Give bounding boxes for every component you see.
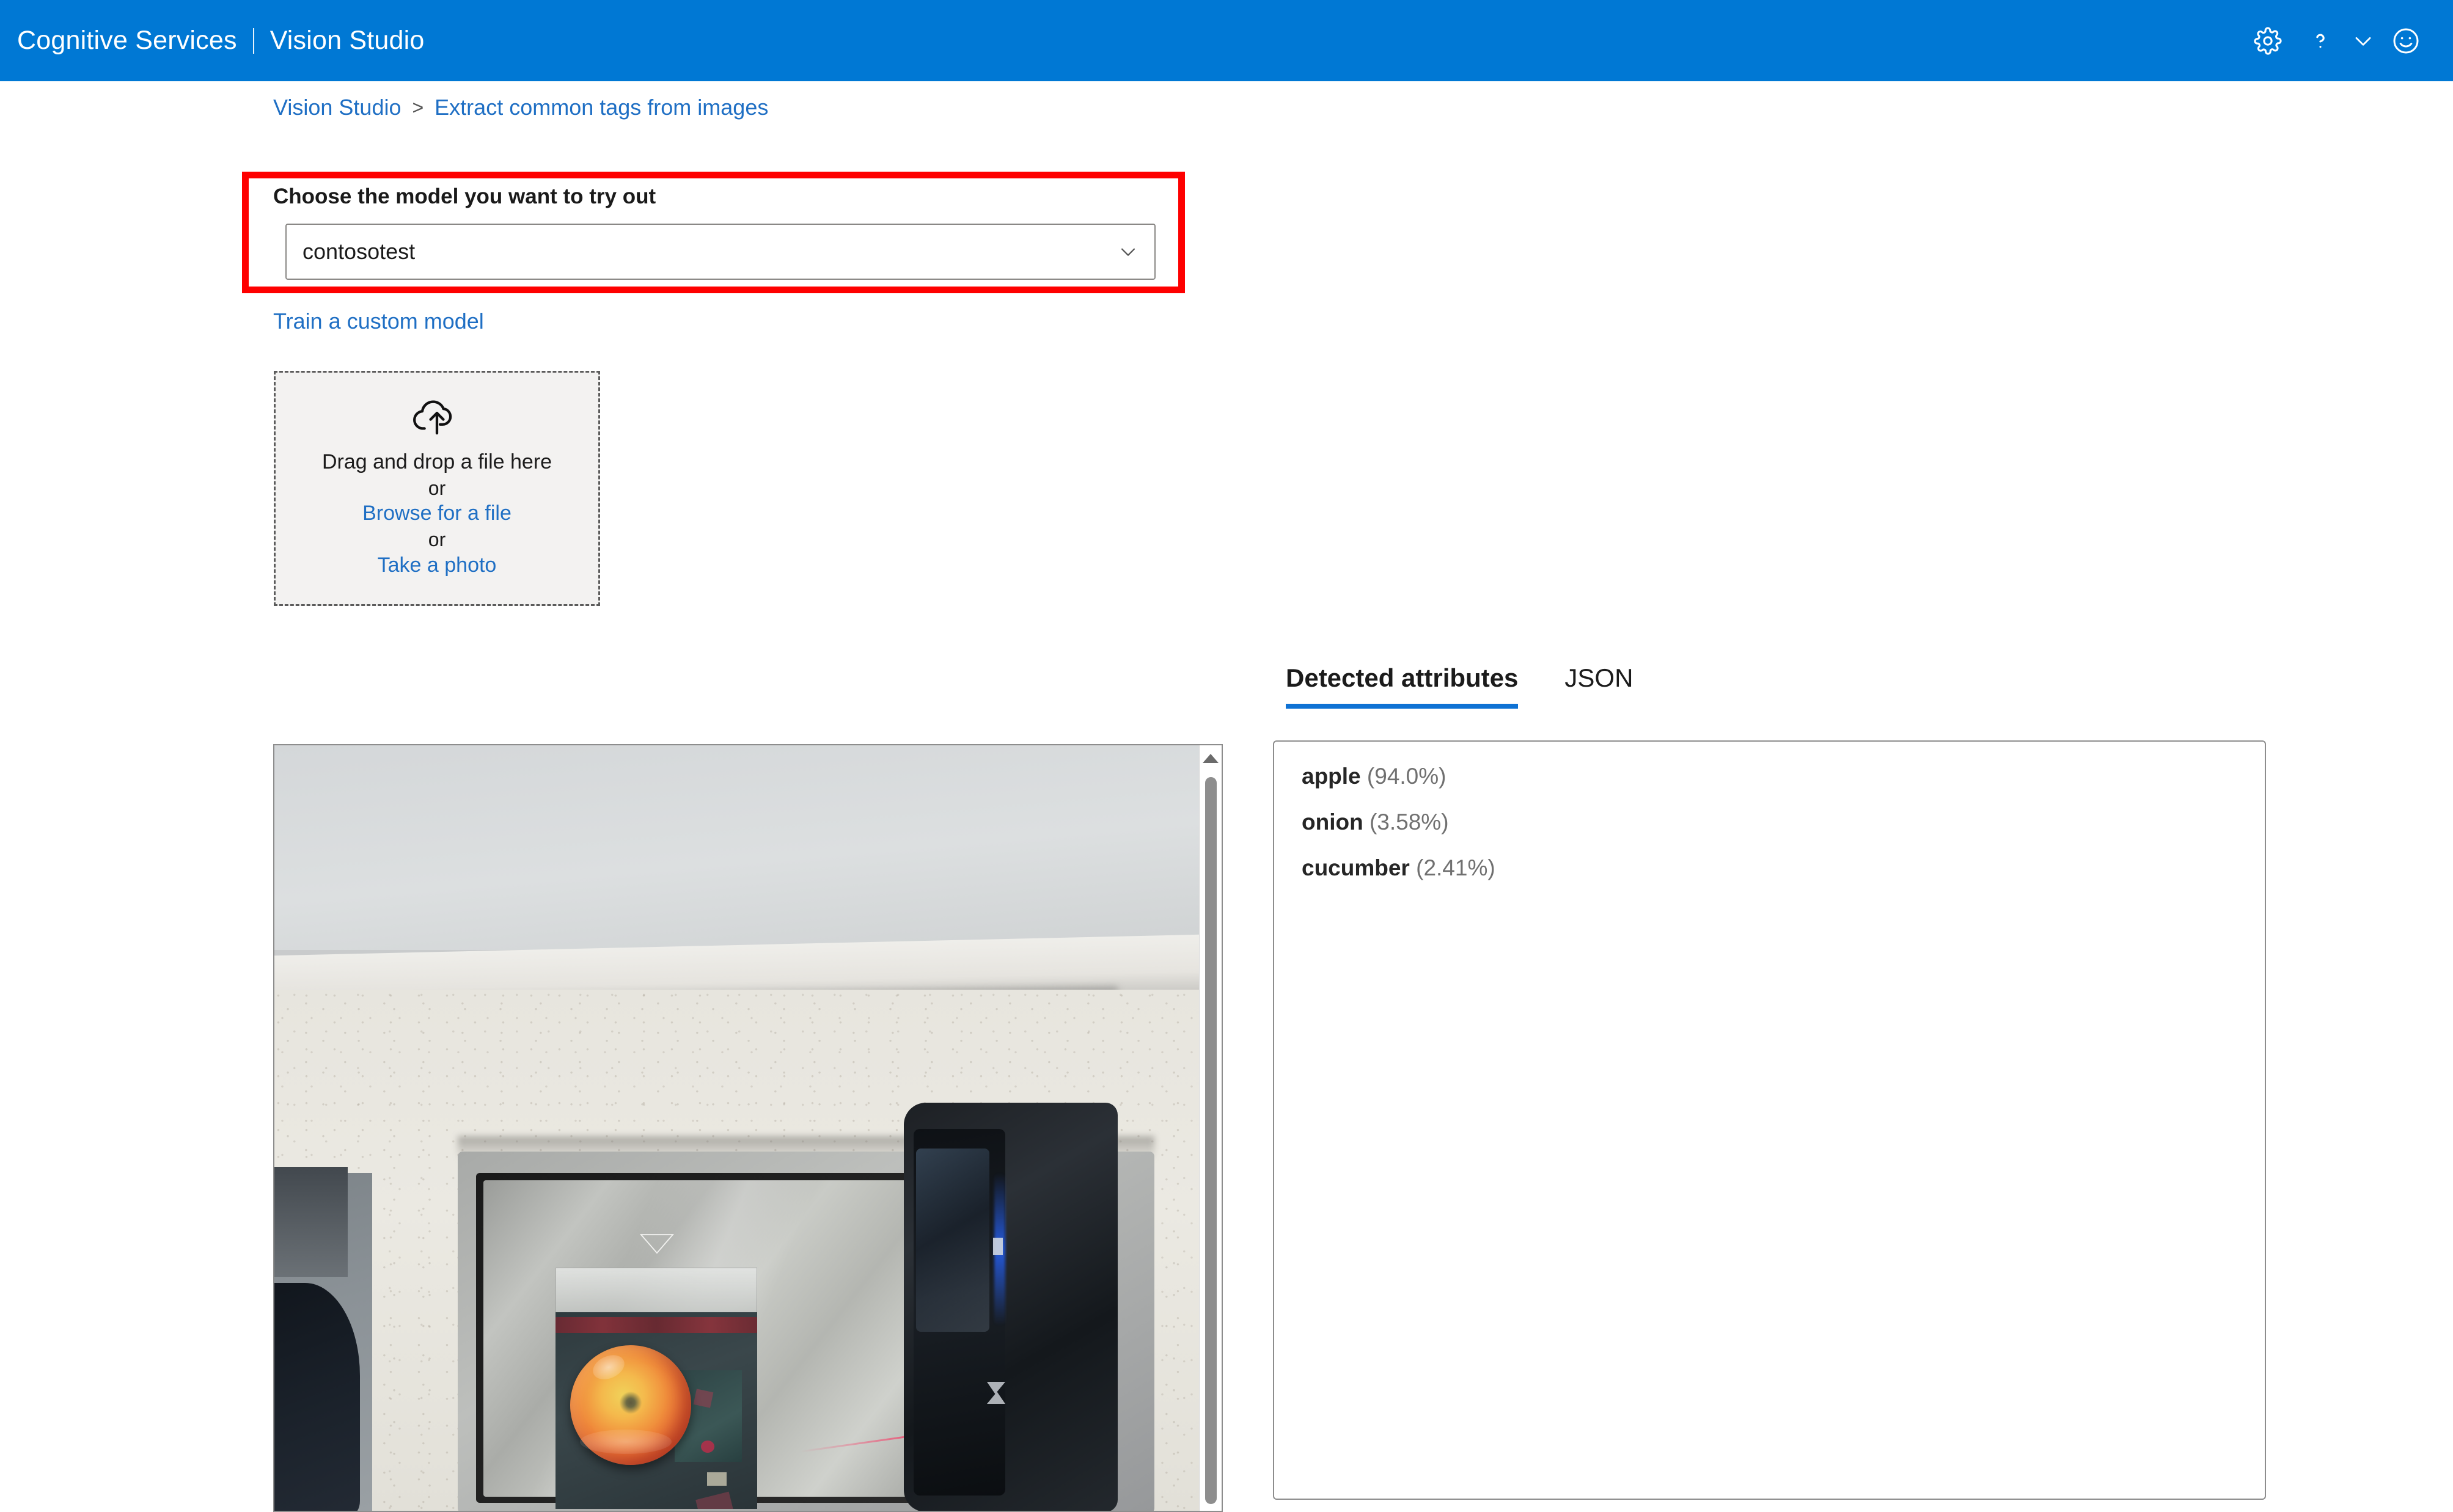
- dropzone-primary-text: Drag and drop a file here: [321, 450, 552, 473]
- attribute-name: apple: [1302, 764, 1361, 789]
- image-panel-scrollbar[interactable]: [1199, 745, 1222, 1511]
- attribute-confidence: (94.0%): [1366, 764, 1447, 789]
- file-dropzone[interactable]: Drag and drop a file here or Browse for …: [274, 371, 600, 606]
- scrollbar-thumb[interactable]: [1205, 777, 1217, 1504]
- attribute-confidence: (3.58%): [1369, 809, 1449, 835]
- chevron-down-icon: [1118, 241, 1138, 262]
- question-mark-icon[interactable]: [2294, 15, 2347, 67]
- list-item: onion (3.58%): [1302, 811, 2265, 833]
- train-custom-model-link[interactable]: Train a custom model: [273, 309, 484, 334]
- chevron-down-icon[interactable]: [2347, 15, 2380, 67]
- attribute-name: onion: [1302, 809, 1363, 835]
- list-item: cucumber (2.41%): [1302, 856, 2265, 879]
- browse-for-file-link[interactable]: Browse for a file: [362, 500, 512, 527]
- model-select-value: contosotest: [302, 239, 416, 264]
- brand-title: Cognitive Services Vision Studio: [17, 26, 425, 56]
- breadcrumb: Vision Studio > Extract common tags from…: [273, 95, 768, 120]
- triangle-up-icon[interactable]: [1203, 754, 1219, 763]
- detected-attributes-panel: apple (94.0%) onion (3.58%) cucumber (2.…: [1273, 740, 2266, 1500]
- breadcrumb-separator: >: [412, 96, 424, 119]
- smiley-face-icon[interactable]: [2380, 15, 2432, 67]
- dropzone-or-2: or: [428, 528, 446, 550]
- image-preview-panel: [273, 744, 1223, 1512]
- model-select-label: Choose the model you want to try out: [273, 184, 656, 208]
- app-header: Cognitive Services Vision Studio: [0, 0, 2453, 81]
- attribute-confidence: (2.41%): [1416, 855, 1495, 880]
- tab-detected-attributes[interactable]: Detected attributes: [1286, 663, 1519, 709]
- brand-primary: Cognitive Services: [17, 26, 237, 55]
- gear-icon[interactable]: [2242, 15, 2294, 67]
- dropzone-or-1: or: [428, 477, 446, 499]
- attribute-name: cucumber: [1302, 855, 1410, 880]
- results-tabs: Detected attributes JSON: [1286, 663, 1633, 709]
- model-select-dropdown[interactable]: contosotest: [285, 224, 1156, 280]
- breadcrumb-root-link[interactable]: Vision Studio: [273, 95, 401, 120]
- take-a-photo-link[interactable]: Take a photo: [378, 552, 497, 579]
- brand-separator: [252, 27, 254, 54]
- brand-secondary: Vision Studio: [270, 26, 425, 55]
- breadcrumb-current-link[interactable]: Extract common tags from images: [435, 95, 768, 120]
- header-actions: [2242, 0, 2432, 81]
- list-item: apple (94.0%): [1302, 765, 2265, 787]
- tab-json[interactable]: JSON: [1564, 663, 1633, 709]
- cloud-upload-icon: [411, 397, 463, 438]
- uploaded-image: [274, 745, 1200, 1511]
